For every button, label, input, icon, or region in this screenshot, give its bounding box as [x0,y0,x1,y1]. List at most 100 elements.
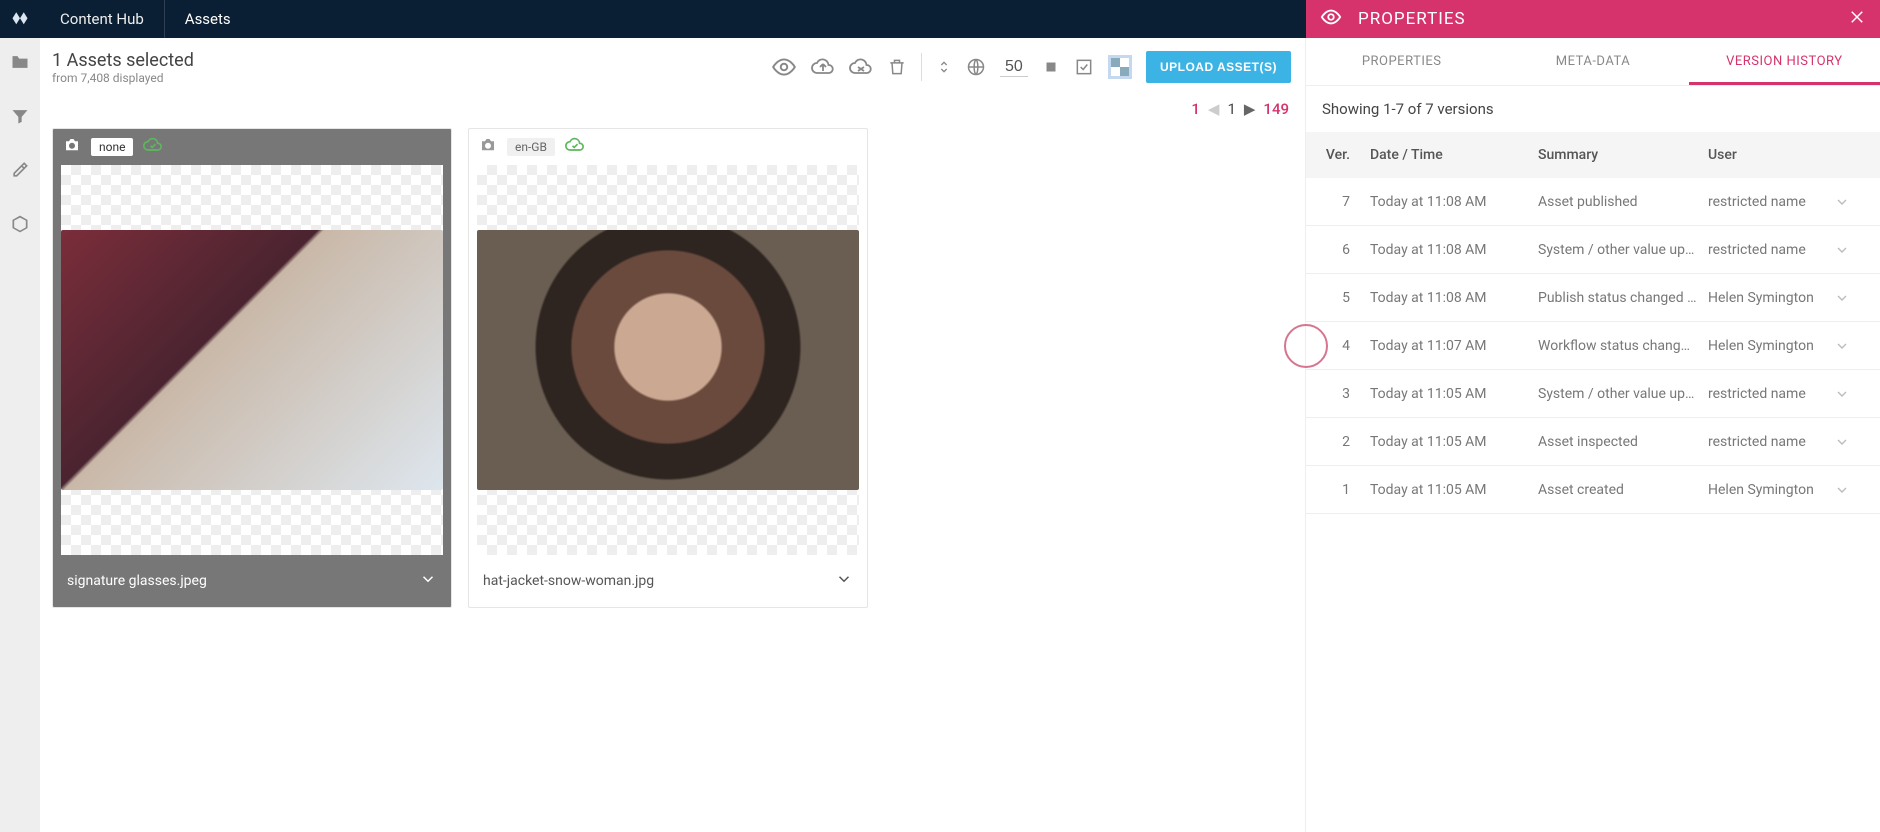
cell-ver: 5 [1306,290,1360,306]
folder-icon[interactable] [10,52,30,76]
table-row[interactable]: 3 Today at 11:05 AM System / other value… [1306,370,1880,418]
chevron-down-icon[interactable] [1822,386,1852,402]
remove-cloud-icon[interactable] [849,55,873,79]
cell-summary: Publish status changed … [1528,290,1698,306]
cell-user: Helen Symington [1698,338,1822,354]
table-row[interactable]: 5 Today at 11:08 AM Publish status chang… [1306,274,1880,322]
table-row[interactable]: 2 Today at 11:05 AM Asset inspected rest… [1306,418,1880,466]
cell-summary: Asset inspected [1528,434,1698,450]
globe-icon[interactable] [966,57,986,77]
filter-icon[interactable] [10,106,30,130]
versions-summary: Showing 1-7 of 7 versions [1306,86,1880,132]
locale-pill: en-GB [507,138,555,156]
cell-summary: System / other value up… [1528,242,1698,258]
chevron-down-icon[interactable] [1822,290,1852,306]
table-row[interactable]: 6 Today at 11:08 AM System / other value… [1306,226,1880,274]
col-user: User [1698,147,1822,163]
page-size-input[interactable] [1000,58,1028,77]
cloud-synced-icon [143,135,163,159]
package-icon[interactable] [10,214,30,238]
assets-grid: none signature glasses.jpeg en-GB hat-ja… [40,128,1305,832]
chevron-down-icon[interactable] [419,570,437,592]
cell-ver: 3 [1306,386,1360,402]
table-header: Ver. Date / Time Summary User [1306,132,1880,178]
tab-version-history[interactable]: VERSION HISTORY [1689,38,1880,85]
chevron-down-icon[interactable] [835,570,853,592]
cell-user: Helen Symington [1698,290,1822,306]
cell-summary: Asset published [1528,194,1698,210]
pager-total[interactable]: 149 [1263,100,1289,118]
left-nav [0,38,40,832]
cell-ver: 4 [1306,338,1360,354]
selection-sub: from 7,408 displayed [52,71,194,85]
cell-datetime: Today at 11:08 AM [1360,290,1528,306]
stop-icon[interactable] [1042,58,1060,76]
chevron-down-icon[interactable] [1822,434,1852,450]
properties-panel: PROPERTIES PROPERTIESMETA-DATAVERSION HI… [1305,38,1880,832]
chevron-down-icon[interactable] [1822,482,1852,498]
cell-datetime: Today at 11:05 AM [1360,482,1528,498]
pager-first[interactable]: 1 [1191,100,1200,118]
asset-filename: signature glasses.jpeg [67,573,207,589]
cloud-synced-icon [565,135,585,159]
asset-card[interactable]: en-GB hat-jacket-snow-woman.jpg [468,128,868,608]
cell-ver: 1 [1306,482,1360,498]
select-all-icon[interactable] [1074,57,1094,77]
cell-ver: 7 [1306,194,1360,210]
table-row[interactable]: 4 Today at 11:07 AM Workflow status chan… [1306,322,1880,370]
properties-header: PROPERTIES [1306,0,1880,38]
col-summary: Summary [1528,147,1698,163]
cell-datetime: Today at 11:05 AM [1360,434,1528,450]
properties-tabs: PROPERTIESMETA-DATAVERSION HISTORY [1306,38,1880,86]
cell-user: restricted name [1698,194,1822,210]
asset-card[interactable]: none signature glasses.jpeg [52,128,452,608]
trash-icon[interactable] [887,57,907,77]
app-logo[interactable] [0,10,40,28]
cell-datetime: Today at 11:08 AM [1360,194,1528,210]
asset-thumbnail[interactable] [477,230,859,490]
cell-summary: Asset created [1528,482,1698,498]
table-row[interactable]: 1 Today at 11:05 AM Asset created Helen … [1306,466,1880,514]
cell-user: restricted name [1698,434,1822,450]
tab-properties[interactable]: PROPERTIES [1306,38,1497,85]
chevron-down-icon[interactable] [1822,338,1852,354]
cell-ver: 6 [1306,242,1360,258]
cell-summary: Workflow status chang… [1528,338,1698,354]
version-history-table: Ver. Date / Time Summary User 7 Today at… [1306,132,1880,514]
cell-datetime: Today at 11:05 AM [1360,386,1528,402]
properties-title: PROPERTIES [1358,9,1466,29]
cell-ver: 2 [1306,434,1360,450]
app-title[interactable]: Content Hub [40,0,165,38]
locale-pill: none [91,138,133,156]
cell-user: Helen Symington [1698,482,1822,498]
upload-cloud-icon[interactable] [811,55,835,79]
visibility-icon[interactable] [1320,6,1342,32]
upload-button[interactable]: UPLOAD ASSET(S) [1146,51,1291,83]
cell-user: restricted name [1698,386,1822,402]
asset-thumbnail[interactable] [61,230,443,490]
cell-summary: System / other value up… [1528,386,1698,402]
camera-icon [63,136,81,158]
col-ver: Ver. [1306,147,1360,163]
toolbar: 1 Assets selected from 7,408 displayed U… [40,38,1305,96]
sort-icon[interactable] [936,57,952,77]
section-title: Assets [165,10,251,28]
cell-datetime: Today at 11:08 AM [1360,242,1528,258]
preview-icon[interactable] [771,54,797,80]
asset-filename: hat-jacket-snow-woman.jpg [483,573,654,589]
camera-icon [479,136,497,158]
col-datetime: Date / Time [1360,147,1528,163]
table-row[interactable]: 7 Today at 11:08 AM Asset published rest… [1306,178,1880,226]
transparency-icon[interactable] [1108,55,1132,79]
toolbar-divider [921,53,922,81]
cell-datetime: Today at 11:07 AM [1360,338,1528,354]
tab-meta-data[interactable]: META-DATA [1497,38,1688,85]
tools-icon[interactable] [10,160,30,184]
chevron-down-icon[interactable] [1822,242,1852,258]
cell-user: restricted name [1698,242,1822,258]
pager-current: 1 [1227,100,1235,118]
pager-prev-icon[interactable]: ◀ [1208,100,1220,118]
close-icon[interactable] [1848,8,1866,30]
chevron-down-icon[interactable] [1822,194,1852,210]
pager-next-icon[interactable]: ▶ [1244,100,1256,118]
